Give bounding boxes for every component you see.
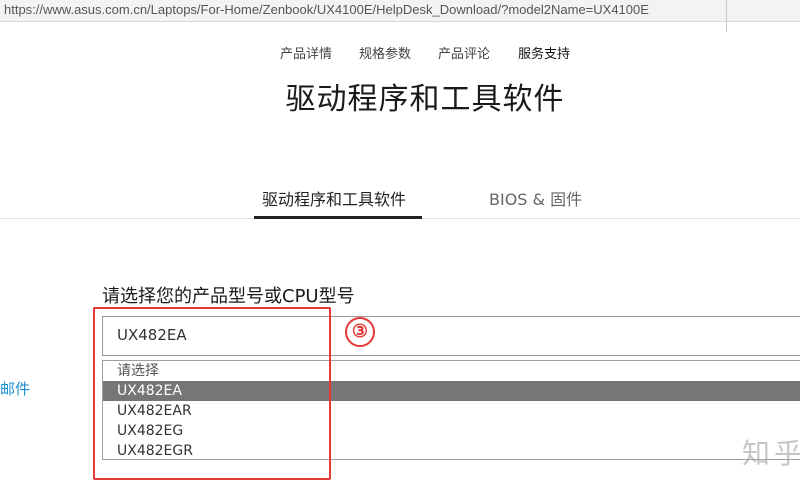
zhihu-watermark: 知乎 bbox=[742, 437, 800, 470]
nav-reviews[interactable]: 产品评论 bbox=[438, 43, 490, 62]
download-tabs: 驱动程序和工具软件 BIOS & 固件 bbox=[0, 180, 800, 220]
address-bar[interactable]: https://www.asus.com.cn/Laptops/For-Home… bbox=[0, 0, 800, 22]
url-text[interactable]: https://www.asus.com.cn/Laptops/For-Home… bbox=[4, 2, 649, 17]
model-select-label: 请选择您的产品型号或CPU型号 bbox=[102, 286, 355, 307]
nav-product-details[interactable]: 产品详情 bbox=[280, 43, 332, 62]
product-nav: 产品详情 规格参数 产品评论 服务支持 bbox=[0, 43, 800, 63]
step-number-annotation: ③ bbox=[345, 317, 375, 347]
highlight-annotation-box bbox=[93, 307, 331, 480]
tab-drivers-tools[interactable]: 驱动程序和工具软件 bbox=[262, 186, 406, 210]
nav-specs[interactable]: 规格参数 bbox=[359, 43, 411, 62]
page-title: 驱动程序和工具软件 bbox=[285, 82, 565, 117]
window-divider bbox=[726, 0, 727, 32]
nav-support[interactable]: 服务支持 bbox=[518, 43, 570, 62]
tab-bios-firmware[interactable]: BIOS & 固件 bbox=[489, 186, 582, 210]
active-tab-indicator bbox=[254, 216, 422, 219]
sidebar-email-link[interactable]: 邮件 bbox=[0, 378, 30, 399]
